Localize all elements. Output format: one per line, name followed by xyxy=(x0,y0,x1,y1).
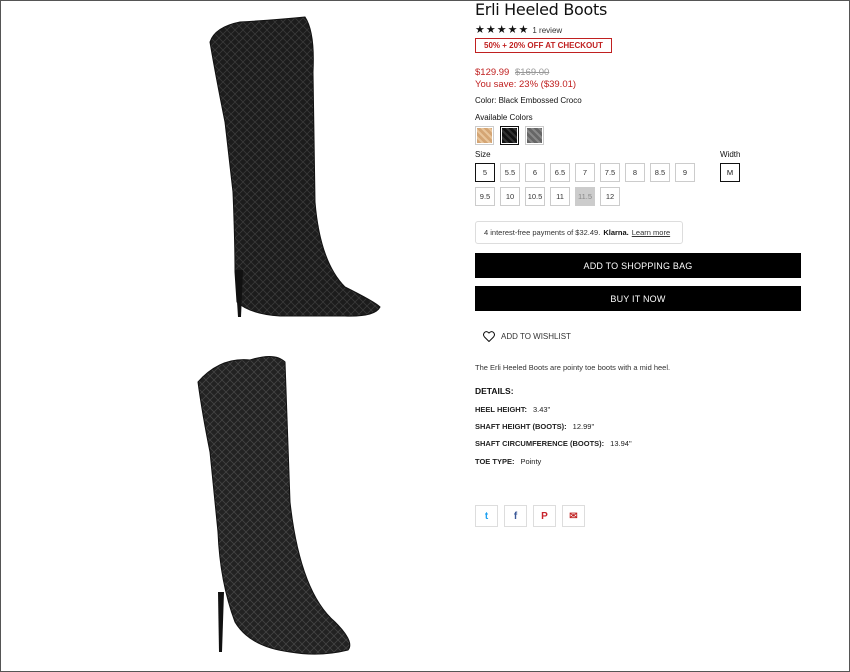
size-option[interactable]: 12 xyxy=(600,187,620,206)
star-icon: ★ xyxy=(475,24,485,36)
detail-row: TOE TYPE: Pointy xyxy=(475,457,541,466)
sale-price: $129.99 xyxy=(475,67,510,78)
size-option[interactable]: 6.5 xyxy=(550,163,570,182)
size-option[interactable]: 7 xyxy=(575,163,595,182)
promo-badge: 50% + 20% OFF AT CHECKOUT xyxy=(475,38,612,53)
color-label: Color: Black Embossed Croco xyxy=(475,96,582,105)
product-description: The Erli Heeled Boots are pointy toe boo… xyxy=(475,363,671,372)
size-option[interactable]: 10.5 xyxy=(525,187,545,206)
size-label: Size xyxy=(475,150,491,159)
review-count-link[interactable]: 1 review xyxy=(532,26,562,35)
detail-key: TOE TYPE: xyxy=(475,457,515,466)
detail-key: SHAFT CIRCUMFERENCE (BOOTS): xyxy=(475,439,605,448)
savings-text: You save: 23% ($39.01) xyxy=(475,79,577,90)
share-buttons: t f P ✉ xyxy=(475,505,585,527)
width-option-m[interactable]: M xyxy=(720,163,740,182)
details-heading: DETAILS: xyxy=(475,386,514,396)
star-icon: ★ xyxy=(518,24,529,36)
product-image-front[interactable] xyxy=(190,352,360,662)
klarna-text: 4 interest-free payments of $32.49. xyxy=(484,228,601,237)
star-icon: ★ xyxy=(485,24,496,36)
size-option[interactable]: 5.5 xyxy=(500,163,520,182)
size-option[interactable]: 5 xyxy=(475,163,495,182)
detail-row: SHAFT CIRCUMFERENCE (BOOTS): 13.94" xyxy=(475,439,632,448)
price: $129.99 $169.00 xyxy=(475,67,549,78)
available-colors-label: Available Colors xyxy=(475,113,533,122)
product-title: Erli Heeled Boots xyxy=(475,0,607,19)
klarna-learn-more-link[interactable]: Learn more xyxy=(632,228,670,237)
detail-value: 13.94" xyxy=(610,439,632,448)
star-icon: ★ xyxy=(507,24,518,36)
pinterest-share-icon[interactable]: P xyxy=(533,505,556,527)
twitter-share-icon[interactable]: t xyxy=(475,505,498,527)
size-option[interactable]: 8 xyxy=(625,163,645,182)
size-option[interactable]: 6 xyxy=(525,163,545,182)
size-option[interactable]: 10 xyxy=(500,187,520,206)
size-option[interactable]: 11 xyxy=(550,187,570,206)
size-option[interactable]: 11.5 xyxy=(575,187,595,206)
black-croco-swatch[interactable] xyxy=(500,126,519,145)
detail-row: HEEL HEIGHT: 3.43" xyxy=(475,405,550,414)
detail-key: SHAFT HEIGHT (BOOTS): xyxy=(475,422,567,431)
tan-croco-swatch[interactable] xyxy=(475,126,494,145)
product-image-side[interactable] xyxy=(195,2,395,322)
size-option[interactable]: 9.5 xyxy=(475,187,495,206)
add-to-wishlist-button[interactable]: ADD TO WISHLIST xyxy=(483,331,571,342)
star-icon: ★ xyxy=(496,24,507,36)
size-selector: 5 5.5 6 6.5 7 7.5 8 8.5 9 9.5 10 10.5 11 11.5 12 xyxy=(475,163,715,206)
detail-value: 3.43" xyxy=(532,405,551,414)
email-share-icon[interactable]: ✉ xyxy=(562,505,585,527)
rating[interactable]: ★ ★ ★ ★ ★ 1 review xyxy=(475,24,562,36)
detail-row: SHAFT HEIGHT (BOOTS): 12.99" xyxy=(475,422,594,431)
klarna-banner: 4 interest-free payments of $32.49. Klar… xyxy=(475,221,683,244)
detail-value: Pointy xyxy=(520,457,542,466)
facebook-share-icon[interactable]: f xyxy=(504,505,527,527)
detail-value: 12.99" xyxy=(572,422,595,431)
wishlist-label: ADD TO WISHLIST xyxy=(501,332,571,341)
color-swatches xyxy=(475,126,544,145)
detail-key: HEEL HEIGHT: xyxy=(475,405,527,414)
size-option[interactable]: 7.5 xyxy=(600,163,620,182)
width-label: Width xyxy=(720,150,741,159)
heart-icon xyxy=(483,331,495,342)
klarna-brand: Klarna. xyxy=(603,228,629,237)
size-option[interactable]: 8.5 xyxy=(650,163,670,182)
add-to-bag-button[interactable]: ADD TO SHOPPING BAG xyxy=(475,253,801,278)
size-option[interactable]: 9 xyxy=(675,163,695,182)
buy-now-button[interactable]: BUY IT NOW xyxy=(475,286,801,311)
original-price: $169.00 xyxy=(514,67,550,78)
grey-croco-swatch[interactable] xyxy=(525,126,544,145)
page-frame xyxy=(0,0,850,672)
